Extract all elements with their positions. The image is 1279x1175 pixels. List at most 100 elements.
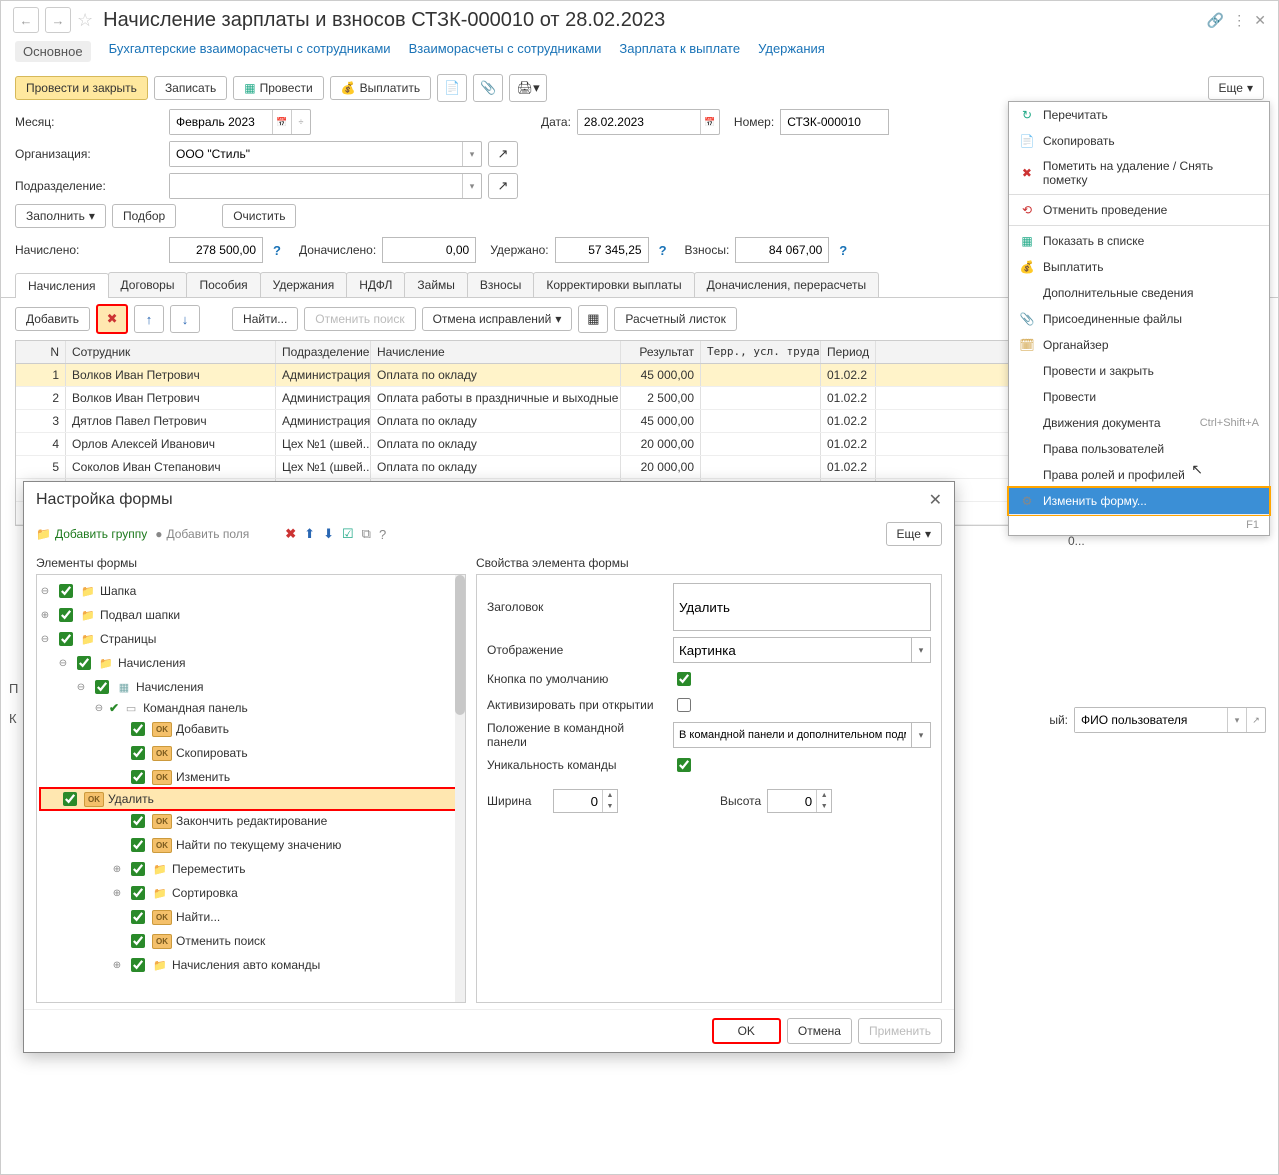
prop-width-spinner[interactable]: ▲▼ bbox=[553, 789, 618, 813]
date-field[interactable]: 📅 bbox=[577, 109, 720, 135]
tab-6[interactable]: Взносы bbox=[467, 272, 534, 297]
tree-node[interactable]: ⊖✔▭Командная панель bbox=[93, 699, 463, 717]
extra-field[interactable] bbox=[382, 237, 476, 263]
more-menu-item[interactable]: Права пользователей bbox=[1009, 436, 1269, 462]
more-menu-item[interactable]: Провести bbox=[1009, 384, 1269, 410]
prop-height-spinner[interactable]: ▲▼ bbox=[767, 789, 832, 813]
cancel-find-button[interactable]: Отменить поиск bbox=[304, 307, 415, 331]
pick-button[interactable]: Подбор bbox=[112, 204, 176, 228]
more-menu-item[interactable]: 💰Выплатить bbox=[1009, 254, 1269, 280]
more-menu-item[interactable]: 🗓Органайзер bbox=[1009, 332, 1269, 358]
dialog-apply-button[interactable]: Применить bbox=[858, 1018, 942, 1044]
add-group-link[interactable]: 📁 Добавить группу bbox=[36, 527, 147, 541]
copy-icon[interactable]: ⧉ bbox=[362, 526, 371, 542]
show-details-icon[interactable]: ▦ bbox=[578, 305, 608, 333]
tree-node[interactable]: ⊖▦Начисления bbox=[75, 675, 463, 699]
tree-node[interactable]: ⊕📁Подвал шапки bbox=[39, 603, 463, 627]
tree-node[interactable]: ⊕📁Сортировка bbox=[111, 881, 463, 905]
move-down-icon[interactable]: ↓ bbox=[170, 305, 200, 333]
org-field[interactable]: ▾ bbox=[169, 141, 482, 167]
tab-3[interactable]: Удержания bbox=[260, 272, 348, 297]
kebab-icon[interactable]: ⋮ bbox=[1232, 12, 1246, 29]
tree-scrollbar[interactable] bbox=[455, 575, 465, 1002]
attach-icon[interactable]: 📎 bbox=[473, 74, 503, 102]
more-menu-item[interactable]: Провести и закрыть bbox=[1009, 358, 1269, 384]
post-button[interactable]: ▦Провести bbox=[233, 76, 323, 100]
tree-node[interactable]: OKСкопировать bbox=[111, 741, 463, 765]
delete-row-button[interactable]: ✖ bbox=[96, 304, 128, 334]
tab-5[interactable]: Займы bbox=[404, 272, 468, 297]
tree-node[interactable]: OKДобавить bbox=[111, 717, 463, 741]
more-menu-item[interactable]: Дополнительные сведения bbox=[1009, 280, 1269, 306]
post-close-button[interactable]: Провести и закрыть bbox=[15, 76, 148, 100]
nav-tab-pay[interactable]: Зарплата к выплате bbox=[619, 41, 740, 62]
write-button[interactable]: Записать bbox=[154, 76, 227, 100]
nav-tab-settle[interactable]: Взаиморасчеты с сотрудниками bbox=[409, 41, 602, 62]
tree-node[interactable]: ⊖📁Страницы bbox=[39, 627, 463, 651]
tab-7[interactable]: Корректировки выплаты bbox=[533, 272, 694, 297]
prop-position-select[interactable]: ▾ bbox=[673, 722, 931, 748]
dialog-cancel-button[interactable]: Отмена bbox=[787, 1018, 852, 1044]
more-menu-item[interactable]: ✖Пометить на удаление / Снять пометку bbox=[1009, 154, 1269, 192]
tab-0[interactable]: Начисления bbox=[15, 273, 109, 298]
tree-node[interactable]: ⊕📁Начисления авто команды bbox=[111, 953, 463, 977]
dep-field[interactable]: ▾ bbox=[169, 173, 482, 199]
nav-tab-acc[interactable]: Бухгалтерские взаиморасчеты с сотрудника… bbox=[109, 41, 391, 62]
nav-tab-hold[interactable]: Удержания bbox=[758, 41, 825, 62]
tree-node[interactable]: OKУдалить bbox=[39, 787, 463, 811]
tree-node[interactable]: OKНайти по текущему значению bbox=[111, 833, 463, 857]
more-menu-item[interactable]: ⟲Отменить проведение bbox=[1009, 197, 1269, 223]
tab-1[interactable]: Договоры bbox=[108, 272, 188, 297]
help-q-icon[interactable]: ? bbox=[379, 527, 386, 542]
prop-title-input[interactable] bbox=[673, 583, 931, 631]
col-per[interactable]: Период bbox=[821, 341, 876, 363]
dialog-close-icon[interactable]: ✕ bbox=[929, 490, 942, 510]
pay-button[interactable]: 💰Выплатить bbox=[330, 76, 431, 100]
dialog-ok-button[interactable]: OK bbox=[712, 1018, 781, 1044]
org-open-icon[interactable]: ↗ bbox=[488, 141, 518, 167]
accrued-field[interactable] bbox=[169, 237, 263, 263]
cancel-fix-button[interactable]: Отмена исправлений ▾ bbox=[422, 307, 573, 331]
fill-button[interactable]: Заполнить ▾ bbox=[15, 204, 106, 228]
prop-default-checkbox[interactable] bbox=[677, 672, 691, 686]
paysheet-button[interactable]: Расчетный листок bbox=[614, 307, 736, 331]
down-icon[interactable]: ⬇ bbox=[323, 526, 334, 542]
print-menu-icon[interactable]: 🖨▾ bbox=[509, 74, 547, 102]
month-field[interactable]: 📅÷ bbox=[169, 109, 311, 135]
more-menu-item[interactable]: ⚙Изменить форму... bbox=[1007, 486, 1271, 516]
close-icon[interactable]: ✕ bbox=[1254, 12, 1266, 29]
more-menu-item[interactable]: Движения документаCtrl+Shift+A bbox=[1009, 410, 1269, 436]
help-icon[interactable]: ? bbox=[839, 243, 847, 258]
col-n[interactable]: N bbox=[16, 341, 66, 363]
help-icon[interactable]: ? bbox=[273, 243, 281, 258]
up-icon[interactable]: ⬆ bbox=[304, 526, 315, 542]
tab-4[interactable]: НДФЛ bbox=[346, 272, 405, 297]
tree-node[interactable]: ⊖📁Шапка bbox=[39, 579, 463, 603]
tree-node[interactable]: OKОтменить поиск bbox=[111, 929, 463, 953]
tab-8[interactable]: Доначисления, перерасчеты bbox=[694, 272, 879, 297]
clear-button[interactable]: Очистить bbox=[222, 204, 296, 228]
prop-display-select[interactable]: ▾ bbox=[673, 637, 931, 663]
move-up-icon[interactable]: ↑ bbox=[134, 305, 164, 333]
dialog-more-button[interactable]: Еще ▾ bbox=[886, 522, 942, 546]
find-button[interactable]: Найти... bbox=[232, 307, 298, 331]
more-menu-item[interactable]: ▦Показать в списке bbox=[1009, 228, 1269, 254]
responsible-combo[interactable]: ый: ▾↗ bbox=[1049, 707, 1266, 733]
tree-node[interactable]: ⊕📁Переместить bbox=[111, 857, 463, 881]
check-all-icon[interactable]: ☑ bbox=[342, 526, 354, 542]
col-emp[interactable]: Сотрудник bbox=[66, 341, 276, 363]
favorite-icon[interactable]: ☆ bbox=[77, 10, 93, 31]
number-field[interactable] bbox=[780, 109, 889, 135]
tree-node[interactable]: OKЗакончить редактирование bbox=[111, 809, 463, 833]
more-menu-item[interactable]: Права ролей и профилей bbox=[1009, 462, 1269, 488]
tree-node[interactable]: ⊖📁Начисления bbox=[57, 651, 463, 675]
more-menu-item[interactable]: 📄Скопировать bbox=[1009, 128, 1269, 154]
tree-node[interactable]: OKИзменить bbox=[111, 765, 463, 789]
prop-activate-checkbox[interactable] bbox=[677, 698, 691, 712]
withheld-field[interactable] bbox=[555, 237, 649, 263]
more-button[interactable]: Еще ▾ bbox=[1208, 76, 1264, 100]
col-terr[interactable]: Терр., усл. труда bbox=[701, 341, 821, 363]
delete-icon[interactable]: ✖ bbox=[285, 526, 296, 542]
report-icon[interactable]: 📄 bbox=[437, 74, 467, 102]
dep-open-icon[interactable]: ↗ bbox=[488, 173, 518, 199]
